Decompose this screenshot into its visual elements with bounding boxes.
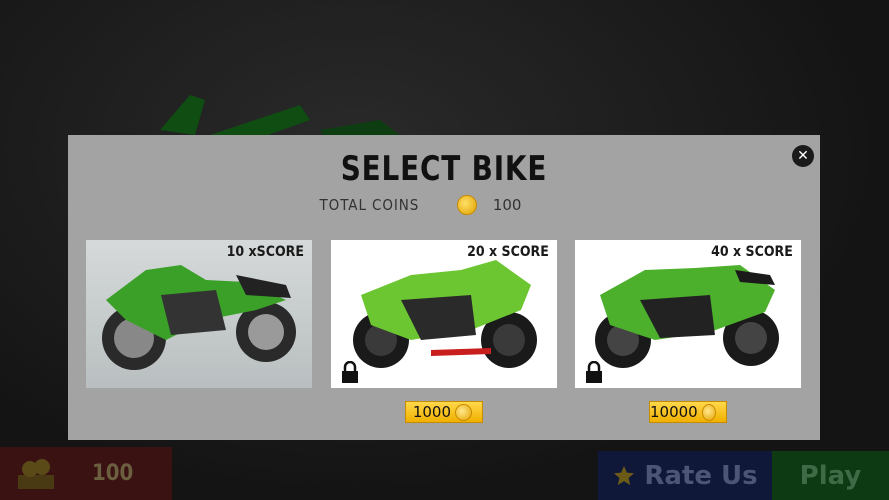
buy-bike-3-button[interactable]: 10000 bbox=[649, 401, 727, 423]
bike-card-3[interactable]: 40 x SCORE bbox=[575, 240, 801, 388]
star-icon bbox=[614, 465, 635, 485]
coin-icon bbox=[701, 403, 716, 421]
bike-card-2[interactable]: 20 x SCORE bbox=[331, 240, 557, 388]
bike-1-score: 10 xSCORE bbox=[226, 244, 304, 260]
lock-icon bbox=[342, 361, 358, 383]
total-coins-value: 100 bbox=[492, 196, 522, 214]
bike-card-1[interactable]: 10 xSCORE bbox=[86, 240, 312, 388]
close-icon: ✕ bbox=[797, 148, 809, 164]
buy-bike-2-button[interactable]: 1000 bbox=[405, 401, 483, 423]
close-button[interactable]: ✕ bbox=[792, 145, 814, 167]
lock-icon bbox=[586, 361, 602, 383]
bike-2-price: 1000 bbox=[412, 403, 451, 421]
bike-3-score: 40 x SCORE bbox=[711, 244, 793, 260]
total-coins-label: TOTAL COINS bbox=[319, 196, 420, 214]
rate-us-button[interactable]: Rate Us bbox=[598, 451, 772, 500]
bike-image-3 bbox=[595, 265, 779, 368]
coin-icon bbox=[456, 195, 477, 215]
play-button[interactable]: Play bbox=[772, 451, 889, 500]
bottom-coins-display: 100 bbox=[0, 447, 172, 500]
total-coins-row: TOTAL COINS 100 bbox=[314, 195, 521, 215]
bike-image-2 bbox=[353, 260, 537, 368]
bike-3-price: 10000 bbox=[650, 403, 698, 421]
rate-us-label: Rate Us bbox=[644, 460, 758, 491]
bike-image-1 bbox=[102, 265, 296, 370]
dialog-title: SELECT BIKE bbox=[340, 149, 548, 189]
coin-stack-icon bbox=[18, 459, 54, 489]
bottom-coins-value: 100 bbox=[92, 461, 134, 486]
select-bike-dialog: SELECT BIKE ✕ TOTAL COINS 100 10 xSCORE … bbox=[68, 135, 820, 440]
play-label: Play bbox=[799, 460, 862, 491]
bike-2-score: 20 x SCORE bbox=[467, 244, 549, 260]
coin-icon bbox=[455, 403, 472, 421]
